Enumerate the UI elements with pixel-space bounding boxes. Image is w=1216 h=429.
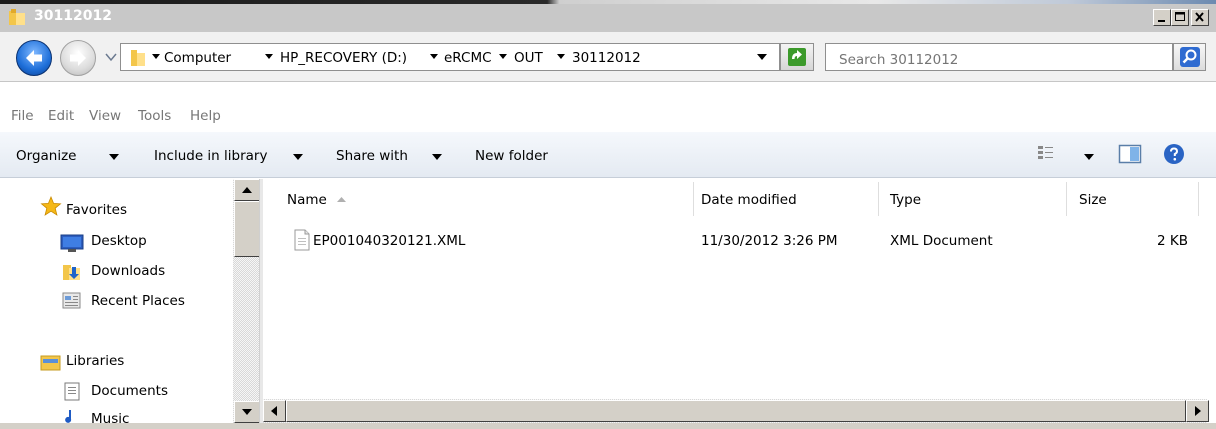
menu-file[interactable]: File: [11, 108, 34, 124]
file-type: XML Document: [890, 233, 993, 249]
preview-pane-icon[interactable]: [1118, 144, 1142, 164]
view-options-icon[interactable]: [1036, 144, 1056, 164]
new-folder-button[interactable]: New folder: [475, 148, 548, 164]
column-size-label: Size: [1079, 192, 1107, 208]
dropdown-arrow-icon[interactable]: [432, 154, 442, 161]
back-button[interactable]: [16, 40, 52, 76]
folder-icon: [9, 9, 25, 25]
minimize-icon: [1158, 20, 1165, 22]
back-arrow-icon: [26, 50, 42, 66]
downloads-folder-icon: [63, 265, 80, 280]
menu-tools[interactable]: Tools: [138, 108, 171, 124]
file-size: 2 KB: [1157, 233, 1188, 249]
list-scroll-thumb[interactable]: [286, 400, 1186, 422]
view-dropdown-icon[interactable]: [1084, 154, 1094, 161]
column-name-label: Name: [287, 192, 327, 208]
search-button[interactable]: [1173, 43, 1206, 71]
nav-documents[interactable]: Documents: [91, 383, 168, 399]
breadcrumb-arrow-icon[interactable]: [151, 53, 161, 61]
scroll-left-button[interactable]: [263, 400, 286, 422]
nav-desktop[interactable]: Desktop: [91, 233, 147, 249]
recent-pages-chevron-icon[interactable]: [105, 52, 117, 62]
maximize-icon: [1175, 12, 1185, 21]
breadcrumb-arrow-icon[interactable]: [498, 53, 508, 61]
help-icon[interactable]: [1163, 143, 1185, 165]
xml-file-icon: [294, 229, 310, 251]
menu-help[interactable]: Help: [190, 108, 221, 124]
column-type-label: Type: [890, 192, 922, 208]
menu-bar: [0, 105, 1216, 129]
maximize-button[interactable]: [1171, 9, 1189, 26]
nav-libraries[interactable]: Libraries: [66, 353, 124, 369]
column-date-label: Date modified: [701, 192, 797, 208]
breadcrumb-current-folder[interactable]: 30112012: [572, 50, 641, 66]
title-bar: [0, 0, 1216, 32]
documents-icon: [64, 382, 80, 401]
nav-music[interactable]: Music: [91, 411, 129, 423]
address-dropdown-icon[interactable]: [756, 53, 768, 61]
breadcrumb-out[interactable]: OUT: [514, 50, 543, 66]
window-bottom-border: [0, 423, 1216, 429]
breadcrumb-arrow-icon[interactable]: [556, 53, 566, 61]
minimize-button[interactable]: [1153, 9, 1171, 26]
include-in-library-button[interactable]: Include in library: [154, 148, 267, 164]
search-input[interactable]: [825, 43, 1173, 71]
breadcrumb-arrow-icon[interactable]: [429, 53, 439, 61]
menu-view[interactable]: View: [89, 108, 121, 124]
arrow-down-icon: [242, 409, 252, 415]
refresh-button[interactable]: [780, 43, 814, 71]
nav-favorites[interactable]: Favorites: [66, 202, 127, 218]
window-title: 30112012: [34, 8, 112, 24]
scroll-down-button[interactable]: [234, 401, 260, 423]
scroll-up-button[interactable]: [234, 179, 260, 201]
file-name[interactable]: EP001040320121.XML: [313, 233, 465, 249]
explorer-window: 30112012 Computer HP_RECOVERY (D:) eRCMC…: [0, 0, 1216, 429]
scroll-right-button[interactable]: [1186, 400, 1209, 422]
libraries-icon: [40, 355, 61, 371]
pane-splitter[interactable]: [259, 179, 263, 429]
file-date-modified: 11/30/2012 3:26 PM: [701, 233, 838, 249]
nav-downloads[interactable]: Downloads: [91, 263, 165, 279]
folder-icon: [131, 50, 145, 66]
close-button[interactable]: [1191, 9, 1209, 26]
dropdown-arrow-icon[interactable]: [109, 154, 119, 161]
dropdown-arrow-icon[interactable]: [293, 154, 303, 161]
share-with-button[interactable]: Share with: [336, 148, 408, 164]
arrow-left-icon: [271, 406, 277, 416]
breadcrumb-computer[interactable]: Computer: [164, 50, 231, 66]
sort-ascending-icon: [337, 197, 346, 202]
search-icon: [1180, 47, 1200, 67]
forward-button[interactable]: [60, 40, 96, 76]
arrow-right-icon: [1195, 406, 1201, 416]
breadcrumb-arrow-icon[interactable]: [264, 53, 274, 61]
close-icon: [1195, 12, 1204, 22]
star-icon: [40, 196, 62, 216]
recent-places-icon: [62, 292, 81, 309]
refresh-icon: [788, 48, 806, 66]
title-bar-stripe: [0, 0, 1216, 4]
menu-edit[interactable]: Edit: [48, 108, 74, 124]
breadcrumb-drive[interactable]: HP_RECOVERY (D:): [280, 50, 407, 66]
music-icon: [65, 410, 72, 423]
nav-recent-places[interactable]: Recent Places: [91, 293, 185, 309]
forward-arrow-icon: [70, 50, 86, 66]
desktop-icon: [60, 234, 84, 252]
organize-button[interactable]: Organize: [16, 148, 76, 164]
arrow-up-icon: [242, 187, 252, 193]
breadcrumb-ercmc[interactable]: eRCMC: [444, 50, 492, 66]
nav-scroll-thumb[interactable]: [234, 201, 260, 257]
